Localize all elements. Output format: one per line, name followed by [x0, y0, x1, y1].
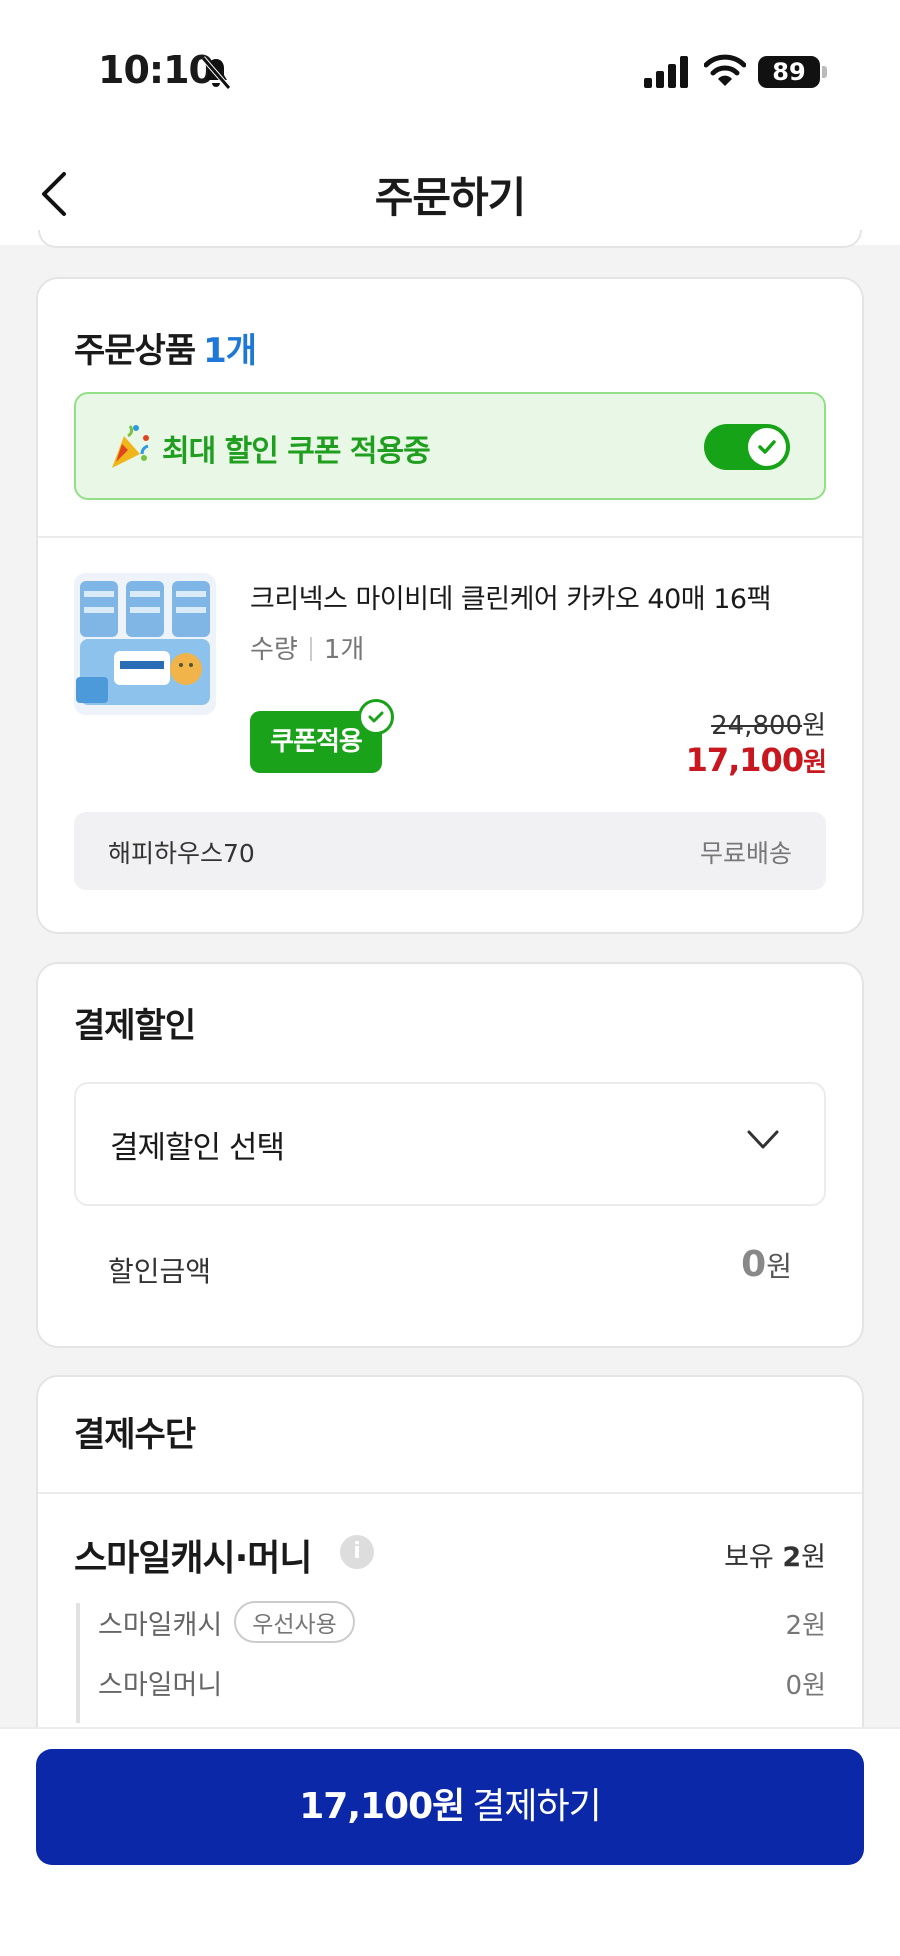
toggle-knob [748, 428, 786, 466]
quantity-separator [309, 637, 312, 661]
quantity-value: 1개 [323, 635, 365, 665]
holding-unit: 원 [801, 1542, 826, 1573]
info-icon[interactable]: i [340, 1535, 374, 1569]
divider [38, 1492, 862, 1494]
discount-amount-label: 할인금액 [108, 1255, 212, 1288]
priority-use-badge[interactable]: 우선사용 [234, 1601, 355, 1643]
seller-shipping-box: 해피하우스70 무료배송 [74, 812, 826, 890]
product-name[interactable]: 크리넥스 마이비데 클린케어 카카오 40매 16팩 [250, 577, 830, 616]
battery-indicator: 89 [758, 56, 820, 88]
sale-price-unit: 원 [803, 748, 827, 778]
discount-amount: 0원 [741, 1244, 792, 1285]
discount-amount-value: 0 [741, 1244, 767, 1285]
payment-discount-select[interactable]: 결제할인 선택 [74, 1082, 826, 1206]
chevron-down-icon [747, 1130, 779, 1149]
order-products-card: 주문상품 1개 최대 할인 쿠폰 적용중 크리넥스 마이비데 클린케어 카카오 … [36, 277, 864, 934]
original-price-value: 24,800 [711, 711, 803, 741]
quantity-row: 수량 1개 [250, 629, 364, 666]
divider [38, 536, 862, 538]
battery-nub [822, 66, 827, 78]
max-coupon-banner: 최대 할인 쿠폰 적용중 [74, 392, 826, 500]
smile-money-value: 0원 [785, 1671, 826, 1701]
sub-list-bar [76, 1603, 80, 1723]
status-time: 10:10 [98, 48, 215, 92]
discount-amount-unit: 원 [766, 1250, 792, 1283]
product-image-icon [74, 573, 216, 715]
smile-money-label: 스마일머니 [98, 1670, 223, 1701]
method-section-title: 결제수단 [74, 1415, 196, 1455]
holding-label: 보유 [724, 1542, 774, 1573]
product-thumbnail[interactable] [74, 573, 216, 715]
smile-cash-money-title: 스마일캐시·머니 [74, 1538, 313, 1579]
order-section-title: 주문상품 1개 [74, 323, 257, 372]
holding-value: 2 [782, 1542, 802, 1573]
quantity-label: 수량 [250, 635, 298, 665]
party-popper-icon [112, 425, 149, 468]
coupon-banner-text: 최대 할인 쿠폰 적용중 [162, 434, 431, 469]
sale-price: 17,100원 [685, 741, 827, 779]
original-price-unit: 원 [802, 711, 826, 741]
pay-label: 결제하기 [472, 1786, 601, 1827]
seller-name: 해피하우스70 [108, 839, 255, 868]
previous-card-edge [38, 230, 862, 248]
order-count: 1개 [203, 331, 257, 371]
payment-discount-card: 결제할인 결제할인 선택 할인금액 0원 [36, 962, 864, 1348]
cellular-signal-icon [644, 56, 688, 88]
check-icon [758, 440, 776, 454]
pay-amount: 17,100원 [299, 1786, 465, 1827]
wifi-icon [704, 54, 746, 86]
check-icon [368, 711, 384, 723]
order-title-text: 주문상품 [74, 331, 196, 371]
sale-price-value: 17,100 [685, 741, 804, 779]
pay-button[interactable]: 17,100원 결제하기 [36, 1749, 864, 1865]
bell-muted-icon [201, 56, 231, 90]
payment-discount-select-text: 결제할인 선택 [110, 1130, 285, 1166]
discount-section-title: 결제할인 [74, 1006, 196, 1046]
holding-balance: 보유 2원 [724, 1535, 826, 1574]
coupon-check-circle-icon [358, 699, 394, 735]
original-price: 24,800원 [711, 705, 826, 742]
coupon-toggle[interactable] [704, 424, 790, 470]
bottom-bar: 17,100원 결제하기 [0, 1727, 900, 1956]
smile-cash-text: 스마일캐시 [98, 1610, 223, 1641]
page-title: 주문하기 [374, 173, 527, 222]
smile-cash-label: 스마일캐시 우선사용 [98, 1601, 355, 1643]
smile-cash-value: 2원 [785, 1611, 826, 1641]
status-bar: 10:10 89 [0, 0, 900, 150]
shipping-info: 무료배송 [699, 839, 792, 868]
